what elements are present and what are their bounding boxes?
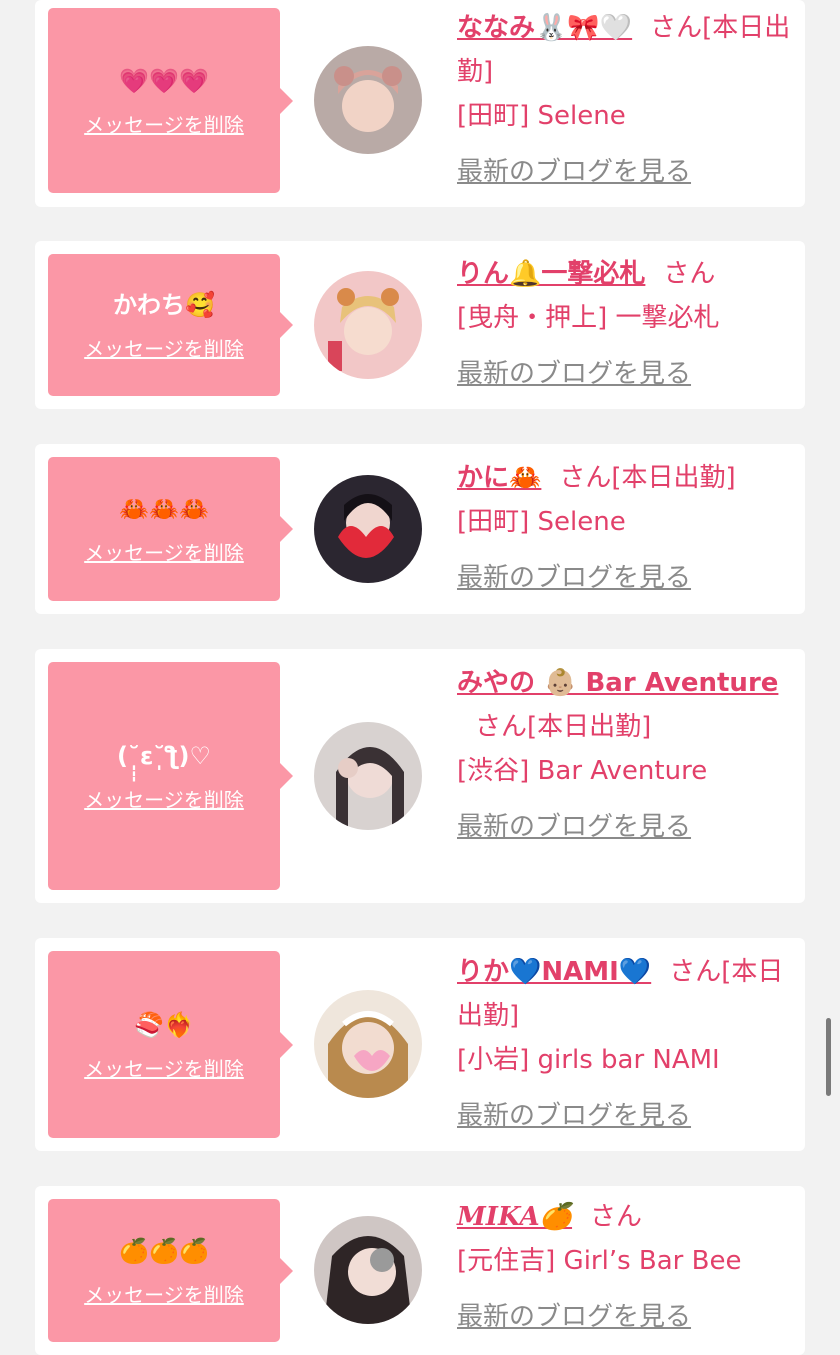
status-text: [本日出勤] (527, 712, 652, 742)
shop-text: [田町] Selene (457, 101, 626, 131)
profile-info: ななみ🐰🎀🤍 さん[本日出勤] [田町] Selene 最新のブログを見る (457, 6, 797, 194)
shop-text: [渋谷] Bar Aventure (457, 756, 708, 786)
profile-info: みやの 👶🏼 Bar Aventure さん[本日出勤] [渋谷] Bar Ave… (457, 661, 797, 849)
avatar[interactable] (314, 990, 422, 1098)
san-label: さん (650, 13, 703, 43)
latest-blog-link[interactable]: 最新のブログを見る (457, 1295, 797, 1339)
delete-message-link[interactable]: メッセージを削除 (84, 1056, 244, 1082)
profile-info: りん🔔一撃必札 さん [曳舟・押上] 一撃必札 最新のブログを見る (457, 252, 797, 396)
profile-info: MIKA🍊 さん [元住吉] Girl’s Bar Bee 最新のブログを見る (457, 1195, 797, 1339)
san-label: さん (475, 712, 528, 742)
latest-blog-link[interactable]: 最新のブログを見る (457, 556, 797, 600)
shop-text: [元住吉] Girl’s Bar Bee (457, 1246, 742, 1276)
message-bubble: 🍣❤️‍🔥 メッセージを削除 (48, 951, 293, 1138)
latest-blog-link[interactable]: 最新のブログを見る (457, 352, 797, 396)
san-label: さん (663, 259, 716, 289)
message-card: 💗💗💗 メッセージを削除 ななみ🐰🎀🤍 さん[本日出勤] [田町] Selene … (35, 0, 805, 207)
profile-name-link[interactable]: りん🔔一撃必札 (457, 259, 645, 289)
shop-text: [田町] Selene (457, 507, 626, 537)
delete-message-link[interactable]: メッセージを削除 (84, 787, 244, 813)
latest-blog-link[interactable]: 最新のブログを見る (457, 1094, 797, 1138)
profile-name-link[interactable]: みやの 👶🏼 Bar Aventure (457, 668, 778, 698)
shop-text: [小岩] girls bar NAMI (457, 1045, 720, 1075)
message-text: 🦀🦀🦀 (119, 495, 209, 523)
message-card: 🍊🍊🍊 メッセージを削除 MIKA🍊 さん [元住吉] Girl’s Bar Be… (35, 1186, 805, 1355)
profile-name-link[interactable]: かに🦀 (457, 463, 541, 493)
latest-blog-link[interactable]: 最新のブログを見る (457, 150, 797, 194)
status-text: [本日出勤] (611, 463, 736, 493)
avatar[interactable] (314, 46, 422, 154)
avatar[interactable] (314, 271, 422, 379)
message-text: 🍣❤️‍🔥 (134, 1010, 194, 1039)
san-label: さん (669, 957, 722, 987)
profile-info: かに🦀 さん[本日出勤] [田町] Selene 最新のブログを見る (457, 456, 797, 600)
message-card: (˘̩̩̩ε˘̩ƪ)♡ メッセージを削除 みやの 👶🏼 Bar Aventure… (35, 649, 805, 903)
shop-text: [曳舟・押上] 一撃必札 (457, 303, 720, 333)
latest-blog-link[interactable]: 最新のブログを見る (457, 805, 797, 849)
message-bubble: (˘̩̩̩ε˘̩ƪ)♡ メッセージを削除 (48, 662, 293, 890)
message-text: (˘̩̩̩ε˘̩ƪ)♡ (116, 742, 212, 770)
avatar[interactable] (314, 1216, 422, 1324)
san-label: さん (590, 1202, 643, 1232)
message-bubble: 💗💗💗 メッセージを削除 (48, 8, 293, 193)
profile-name-link[interactable]: りか💙NAMI💙 (457, 957, 651, 987)
message-card: かわち🥰 メッセージを削除 りん🔔一撃必札 さん [曳舟・押上] 一撃必札 最新の… (35, 241, 805, 409)
message-bubble: 🍊🍊🍊 メッセージを削除 (48, 1199, 293, 1342)
avatar[interactable] (314, 722, 422, 830)
message-bubble: 🦀🦀🦀 メッセージを削除 (48, 457, 293, 601)
avatar[interactable] (314, 475, 422, 583)
profile-info: りか💙NAMI💙 さん[本日出勤] [小岩] girls bar NAMI 最新の… (457, 950, 797, 1138)
message-card: 🦀🦀🦀 メッセージを削除 かに🦀 さん[本日出勤] [田町] Selene 最新の… (35, 444, 805, 614)
message-card: 🍣❤️‍🔥 メッセージを削除 りか💙NAMI💙 さん[本日出勤] [小岩] gir… (35, 938, 805, 1151)
delete-message-link[interactable]: メッセージを削除 (84, 112, 244, 138)
profile-name-link[interactable]: MIKA🍊 (457, 1202, 572, 1232)
scrollbar-thumb[interactable] (826, 1018, 831, 1096)
delete-message-link[interactable]: メッセージを削除 (84, 540, 244, 566)
message-text: かわち🥰 (113, 291, 215, 319)
profile-name-link[interactable]: ななみ🐰🎀🤍 (457, 13, 632, 43)
delete-message-link[interactable]: メッセージを削除 (84, 336, 244, 362)
message-bubble: かわち🥰 メッセージを削除 (48, 254, 293, 396)
delete-message-link[interactable]: メッセージを削除 (84, 1282, 244, 1308)
message-text: 💗💗💗 (119, 66, 209, 95)
san-label: さん (559, 463, 612, 493)
message-text: 🍊🍊🍊 (119, 1236, 209, 1265)
